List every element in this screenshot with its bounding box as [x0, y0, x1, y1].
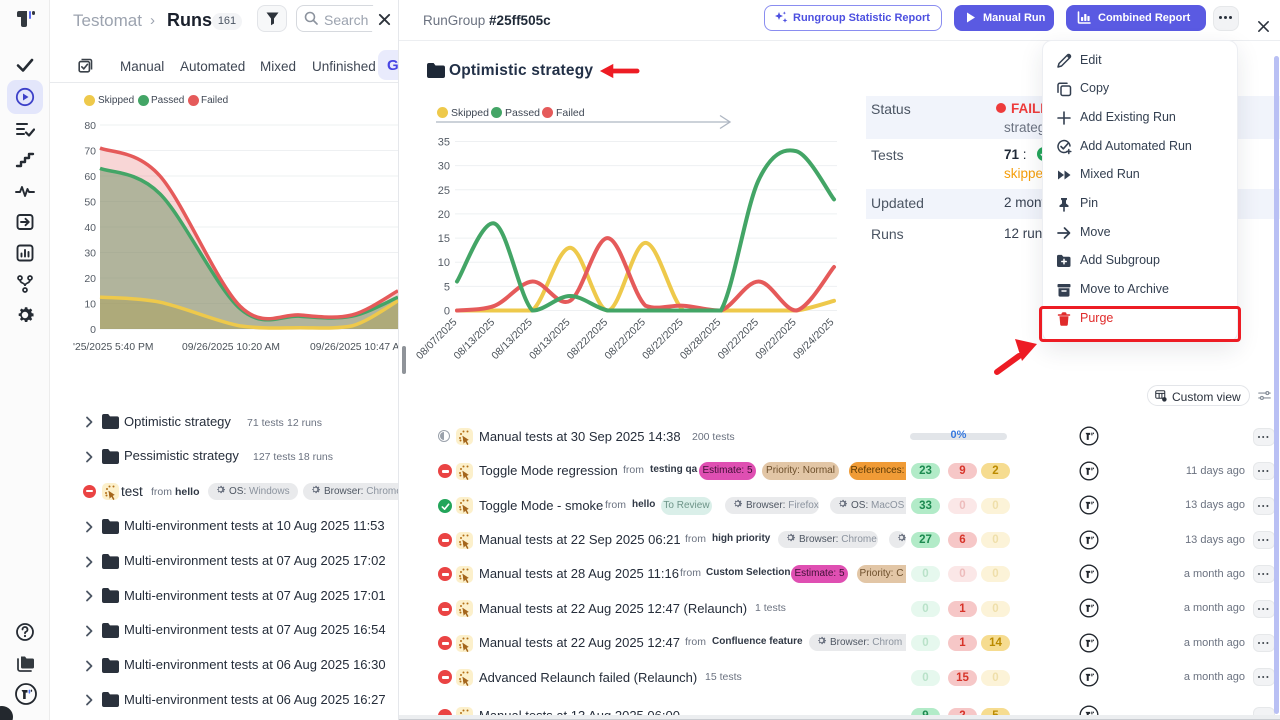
svg-text:30: 30: [84, 248, 96, 260]
svg-text:0: 0: [444, 306, 450, 318]
svg-text:09/26/2025 10:20 AM: 09/26/2025 10:20 AM: [182, 342, 280, 353]
svg-text:0: 0: [90, 324, 96, 336]
svg-text:20: 20: [84, 273, 96, 285]
svg-text:60: 60: [84, 171, 96, 183]
svg-text:09/26/2025 10:47 AM: 09/26/2025 10:47 AM: [310, 342, 398, 353]
svg-text:10: 10: [438, 257, 450, 269]
svg-text:25: 25: [438, 185, 450, 197]
svg-text:70: 70: [84, 146, 96, 158]
svg-text:5: 5: [444, 281, 450, 293]
svg-text:35: 35: [438, 137, 450, 149]
svg-text:'25/2025 5:40 PM: '25/2025 5:40 PM: [73, 342, 153, 353]
svg-text:09/24/2025: 09/24/2025: [791, 316, 837, 362]
svg-text:50: 50: [84, 197, 96, 209]
svg-text:10: 10: [84, 299, 96, 311]
svg-text:15: 15: [438, 233, 450, 245]
svg-text:40: 40: [84, 222, 96, 234]
svg-text:20: 20: [438, 209, 450, 221]
svg-text:30: 30: [438, 161, 450, 173]
svg-text:80: 80: [84, 120, 96, 132]
